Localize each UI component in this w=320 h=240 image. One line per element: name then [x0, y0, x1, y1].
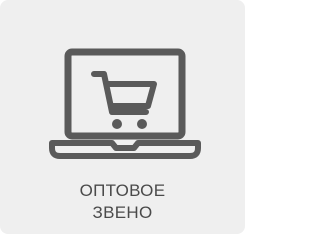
tile-label-line-2: ЗВЕНО: [92, 203, 153, 222]
laptop-cart-icon: [44, 40, 204, 164]
wholesale-tile[interactable]: ОПТОВОЕ ЗВЕНО: [0, 0, 245, 234]
tile-label: ОПТОВОЕ ЗВЕНО: [0, 180, 245, 224]
tile-label-line-1: ОПТОВОЕ: [79, 181, 166, 200]
